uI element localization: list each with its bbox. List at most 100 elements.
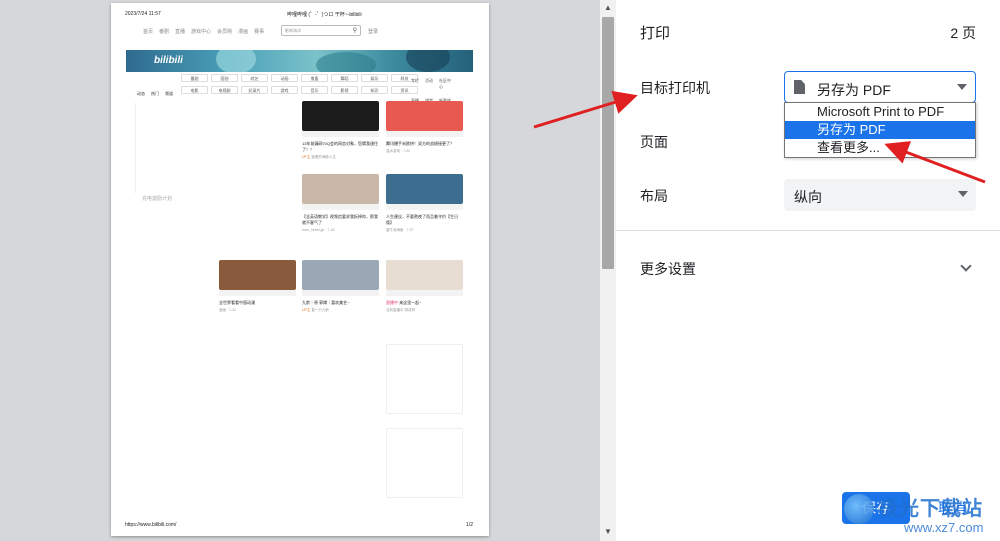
video-author: huro_hehei.gh · 7-18 [302, 228, 335, 232]
placeholder-card [386, 428, 463, 498]
video-author: 当前直播中-排成林 [386, 308, 416, 312]
divider [616, 230, 1000, 231]
feed-tab: 频道 [165, 91, 173, 96]
video-tag: UP主 [302, 155, 311, 159]
category-item: 动画 [271, 74, 298, 82]
dropdown-option-microsoft-print[interactable]: Microsoft Print to PDF [785, 103, 975, 121]
chevron-down-icon[interactable] [960, 260, 972, 272]
scroll-thumb[interactable] [602, 17, 614, 269]
page-header-title: 哔哩哔哩 (゜-゜)つロ 干杯~-bilibili [287, 12, 362, 18]
video-thumbnail [219, 260, 296, 290]
watermark-logo-icon [844, 494, 874, 524]
panel-title: 打印 [640, 25, 671, 42]
category-item: 国创 [211, 74, 238, 82]
dropdown-option-see-more[interactable]: 查看更多... [785, 139, 975, 157]
video-card: 人生建议，不要熬夜了而且着守约【生日版】 蓝牛深海鱼 · 7-27 [386, 174, 463, 233]
video-title: 九龄｜原 郭嫦｜喜欢美艺~ [302, 300, 350, 305]
feed-tab: 动态 [137, 91, 145, 96]
extra-link: 活动 [425, 78, 433, 83]
category-item: 电影 [181, 86, 208, 94]
site-search-box: 影响海洋 ⚲ [281, 25, 361, 36]
video-author: 蓝黑的海豚人生 [311, 155, 336, 159]
video-author: 蓝牛深海鱼 · 7-27 [386, 228, 414, 232]
video-card: 九龄｜原 郭嫦｜喜欢美艺~ UP主 直一只九龄 [302, 260, 379, 313]
site-watermark: 极光下载站 www.xz7.com [840, 490, 1000, 541]
video-thumbnail [302, 260, 379, 290]
category-item: 知识 [361, 86, 388, 94]
category-item: 纪录片 [241, 86, 268, 94]
category-item: 综艺 [241, 74, 268, 82]
video-card: 全世界看看中国动漫 漫画 · 7-22 [219, 260, 296, 313]
site-nav: 首页 番剧 直播 游戏中心 会员购 漫画 赛事 [143, 28, 264, 35]
destination-label: 目标打印机 [640, 80, 710, 96]
extra-link: 专栏 [411, 78, 419, 83]
site-nav-link: 赛事 [254, 29, 265, 35]
category-item: 鬼畜 [301, 74, 328, 82]
video-author: 直一只九龄 [311, 308, 329, 312]
video-title: 13年前漏网70Q会的网恋对象，您猜我逮住了！！ [302, 141, 379, 152]
page-footer-number: 1/2 [466, 522, 473, 528]
video-thumbnail [302, 101, 379, 131]
pages-label: 页面 [640, 134, 668, 150]
bilibili-logo: bilibili [154, 55, 183, 66]
site-nav-link: 会员购 [217, 29, 233, 35]
watermark-url: www.xz7.com [904, 520, 984, 535]
site-nav-link: 游戏中心 [191, 29, 212, 35]
site-login-link: 登录 [368, 29, 379, 35]
video-card: 直播中 来这里一起~ 当前直播中-排成林 [386, 260, 463, 313]
video-card: 腾讯爆手米欧拼！双方的战绩接更了？ 温水游戏 · 7-22 [386, 101, 463, 154]
page-count: 2 页 [950, 25, 976, 41]
dropdown-caret-icon [957, 84, 967, 90]
site-nav-link: 直播 [175, 29, 186, 35]
category-item: 舞蹈 [331, 74, 358, 82]
more-settings-toggle[interactable]: 更多设置 [640, 259, 696, 279]
site-nav-link: 番剧 [159, 29, 170, 35]
scroll-up-arrow-icon[interactable]: ▲ [604, 3, 612, 12]
video-title: 腾讯爆手米欧拼！双方的战绩接更了？ [386, 141, 454, 146]
scroll-down-arrow-icon[interactable]: ▼ [604, 527, 612, 536]
category-item: 影视 [331, 86, 358, 94]
video-thumbnail [302, 174, 379, 204]
site-nav-link: 漫画 [238, 29, 249, 35]
dropdown-caret-icon [958, 191, 968, 197]
preview-scrollbar[interactable]: ▲ ▼ [600, 0, 616, 541]
destination-value: 另存为 PDF [817, 82, 891, 98]
video-card: 【全英语教学】视频信要求我拆掉你，那我就不客气了 huro_hehei.gh ·… [302, 174, 379, 232]
left-panel-text: 充电激励计划 [142, 196, 173, 202]
left-panel: 充电激励计划 [135, 103, 295, 202]
feed-tab: 热门 [151, 91, 159, 96]
search-icon: ⚲ [352, 28, 357, 34]
video-tag: UP主 [302, 308, 311, 312]
category-item: 娱乐 [361, 74, 388, 82]
site-banner: bilibili [126, 50, 473, 72]
watermark-text: 极光下载站 [878, 496, 983, 520]
site-nav-link: 首页 [143, 29, 154, 35]
video-thumbnail [386, 101, 463, 131]
layout-select[interactable]: 纵向 [784, 179, 976, 211]
video-tag: 直播中 [386, 300, 398, 305]
video-title: 全世界看看中国动漫 [219, 300, 255, 305]
category-item: 番剧 [181, 74, 208, 82]
video-title: 人生建议，不要熬夜了而且着守约【生日版】 [386, 214, 458, 225]
layout-label: 布局 [640, 188, 668, 204]
video-thumbnail [386, 260, 463, 290]
print-settings-panel: 打印 2 页 目标打印机 另存为 PDF Microsoft Print to … [616, 0, 1000, 541]
video-author: 漫画 · 7-22 [219, 308, 237, 312]
page-header-date: 2023/7/24 11:57 [125, 11, 161, 17]
preview-page: 2023/7/24 11:57 哔哩哔哩 (゜-゜)つロ 干杯~-bilibil… [111, 3, 489, 536]
document-icon [794, 80, 805, 94]
extra-link: 社区中心 [439, 78, 451, 89]
video-title: 【全英语教学】视频信要求我拆掉你，那我就不客气了 [302, 214, 378, 225]
video-thumbnail [386, 174, 463, 204]
placeholder-card [386, 344, 463, 414]
site-search-placeholder: 影响海洋 [285, 28, 301, 33]
category-item: 音乐 [301, 86, 328, 94]
feed-tabs: 动态 热门 频道 [137, 91, 173, 97]
dropdown-option-save-as-pdf[interactable]: 另存为 PDF [785, 121, 975, 139]
page-footer-url: https://www.bilibili.com/ [125, 522, 177, 528]
destination-select[interactable]: 另存为 PDF [784, 71, 976, 103]
video-title: 来这里一起~ [399, 300, 422, 305]
destination-dropdown-list[interactable]: Microsoft Print to PDF 另存为 PDF 查看更多... [784, 102, 976, 158]
video-author: 温水游戏 · 7-22 [386, 149, 411, 153]
category-row: 番剧 国创 综艺 动画 鬼畜 舞蹈 娱乐 科技 [181, 74, 418, 82]
